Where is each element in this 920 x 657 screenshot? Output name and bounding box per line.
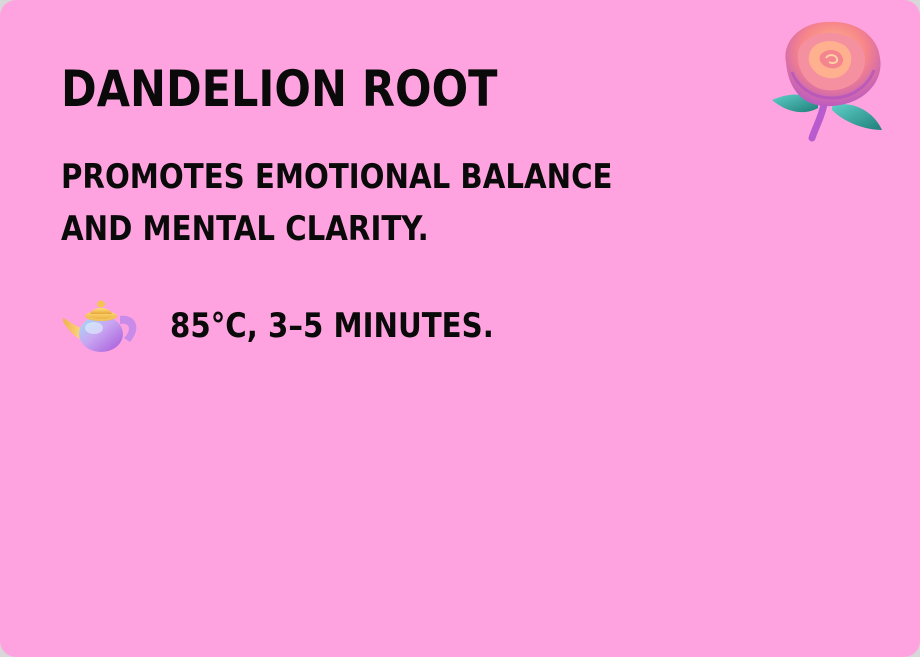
card-description: PROMOTES EMOTIONAL BALANCE AND MENTAL CL… [61, 151, 613, 255]
brew-text: 85°C, 3–5 MINUTES. [170, 306, 494, 346]
rose-icon [772, 21, 882, 142]
brew-instructions: 85°C, 3–5 MINUTES. [60, 294, 494, 358]
teapot-icon [62, 300, 137, 352]
tea-card: DANDELION ROOT PROMOTES EMOTIONAL BALANC… [0, 0, 920, 657]
card-title: DANDELION ROOT [61, 60, 498, 118]
description-line-2: AND MENTAL CLARITY. [61, 209, 429, 249]
description-line-1: PROMOTES EMOTIONAL BALANCE [61, 157, 613, 197]
